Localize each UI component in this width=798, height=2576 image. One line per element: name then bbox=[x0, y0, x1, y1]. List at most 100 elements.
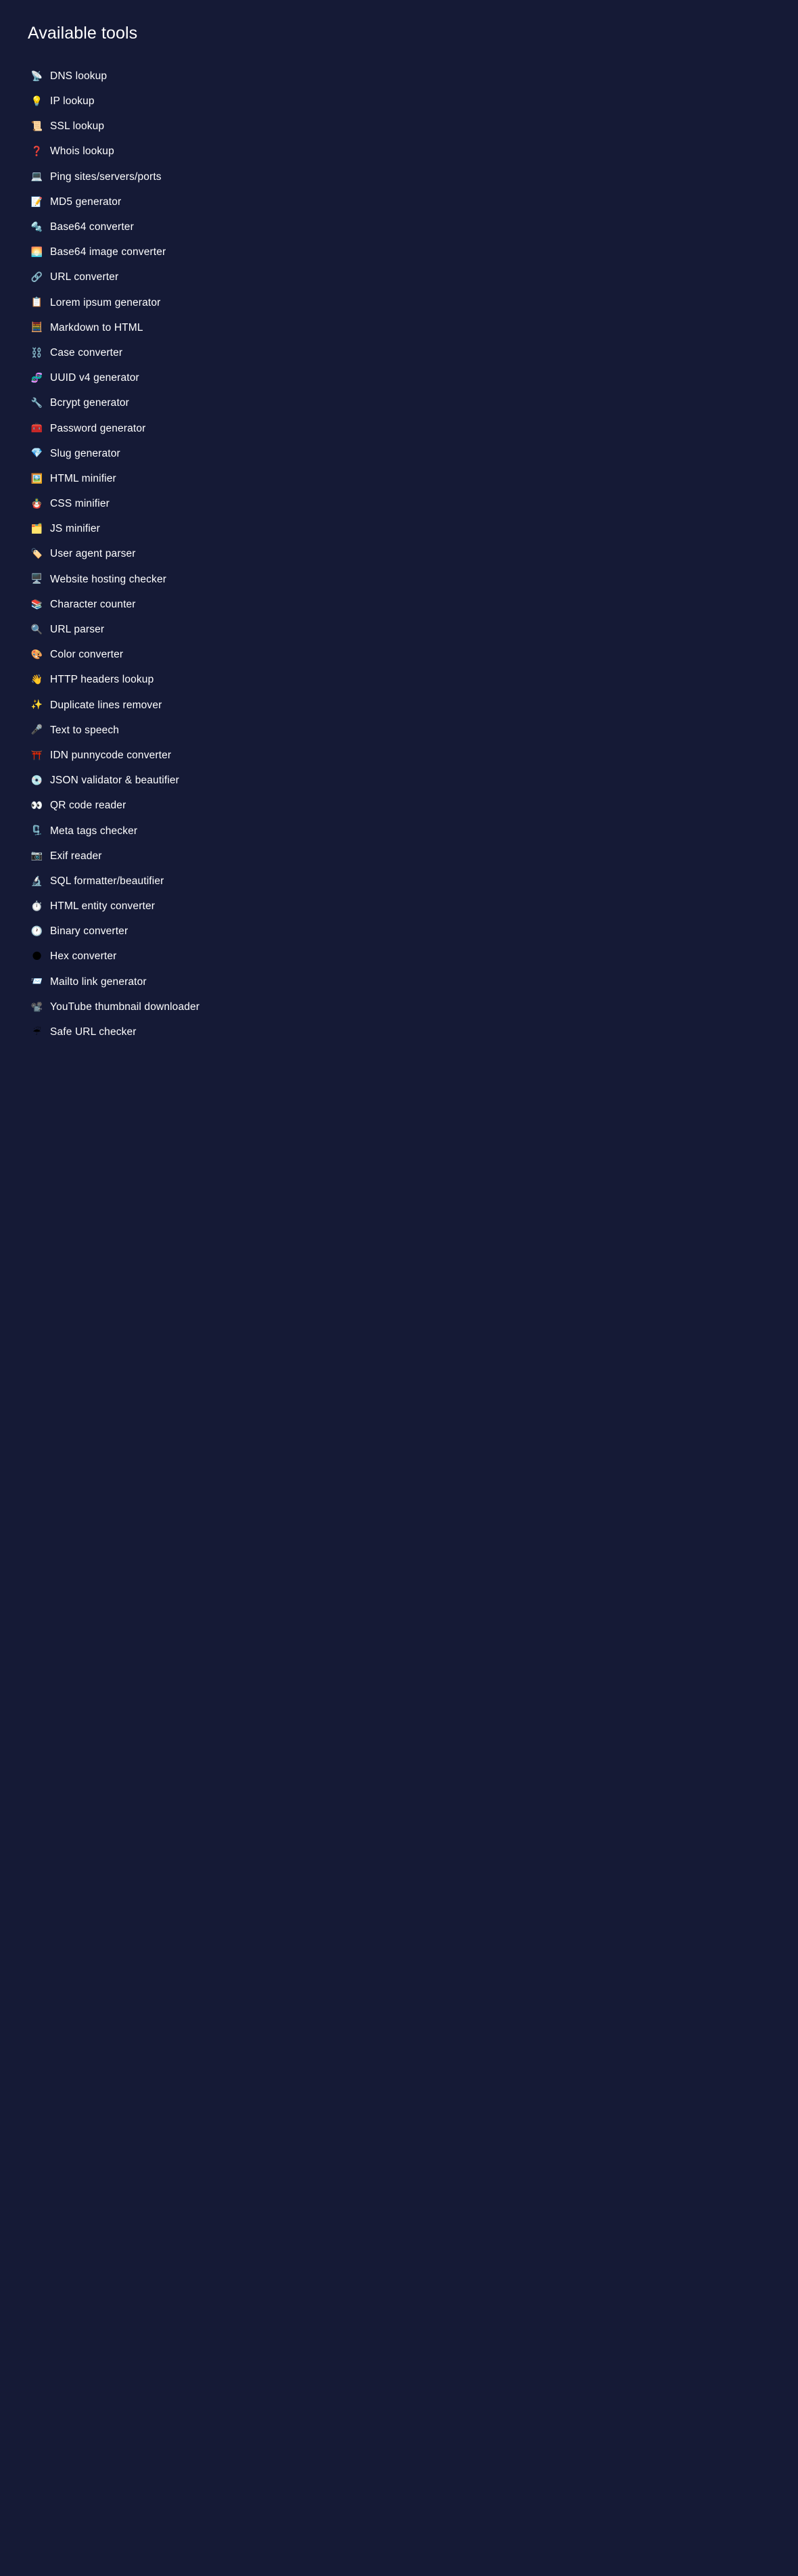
tool-label: Mailto link generator bbox=[50, 975, 147, 988]
tool-label: Character counter bbox=[50, 598, 136, 611]
magnifying-glass-icon: 🔍 bbox=[30, 625, 44, 635]
tool-list-item[interactable]: 🕐Binary converter bbox=[28, 919, 784, 944]
tool-list-item[interactable]: 🌑 Hex converter bbox=[28, 944, 784, 969]
tool-label: Hex converter bbox=[50, 950, 116, 963]
tool-label: Meta tags checker bbox=[50, 825, 137, 837]
nut-and-bolt-icon: 🔩 bbox=[30, 223, 44, 232]
tool-list-item[interactable]: 🖥️ Website hosting checker bbox=[28, 567, 784, 592]
eyes-icon: 👀 bbox=[30, 801, 44, 810]
tool-label: SQL formatter/beautifier bbox=[50, 875, 164, 888]
tool-list-item[interactable]: ⛓️ Case converter bbox=[28, 340, 784, 365]
tool-list-item[interactable]: 👀 QR code reader bbox=[28, 793, 784, 818]
page-title: Available tools bbox=[28, 23, 784, 43]
tool-list-item[interactable]: ⏱️HTML entity converter bbox=[28, 894, 784, 919]
nesting-dolls-icon: 🪆 bbox=[30, 499, 44, 509]
tool-label: CSS minifier bbox=[50, 497, 110, 510]
tool-list-item[interactable]: 📨 Mailto link generator bbox=[28, 969, 784, 994]
tool-list-item[interactable]: 🔍 URL parser bbox=[28, 617, 784, 642]
link-icon: 🔗 bbox=[30, 273, 44, 282]
artist-palette-icon: 🎨 bbox=[30, 650, 44, 660]
tool-list-item[interactable]: 💎Slug generator bbox=[28, 441, 784, 466]
tool-label: Markdown to HTML bbox=[50, 321, 143, 334]
tool-list-item[interactable]: 🔧 Bcrypt generator bbox=[28, 390, 784, 415]
tool-list-item[interactable]: 🎨Color converter bbox=[28, 642, 784, 667]
tool-list-item[interactable]: 🔬 SQL formatter/beautifier bbox=[28, 869, 784, 894]
clamp-icon: 🗜️ bbox=[30, 826, 44, 835]
tool-list-item[interactable]: 📜 SSL lookup bbox=[28, 114, 784, 139]
abacus-icon: 🧮 bbox=[30, 323, 44, 332]
tool-label: Duplicate lines remover bbox=[50, 699, 162, 712]
tool-label: Bcrypt generator bbox=[50, 396, 129, 409]
tool-label: URL converter bbox=[50, 271, 118, 283]
tool-label: Binary converter bbox=[50, 925, 128, 938]
tool-label: Base64 image converter bbox=[50, 246, 166, 258]
tool-list-item[interactable]: 📽️YouTube thumbnail downloader bbox=[28, 994, 784, 1019]
optical-disk-icon: 💿 bbox=[30, 776, 44, 785]
tool-list-item[interactable]: 📋 Lorem ipsum generator bbox=[28, 290, 784, 315]
dna-icon: 🧬 bbox=[30, 373, 44, 383]
incoming-envelope-icon: 📨 bbox=[30, 977, 44, 986]
tool-list-item[interactable]: 📚 Character counter bbox=[28, 592, 784, 617]
tool-list-item[interactable]: 💻Ping sites/servers/ports bbox=[28, 164, 784, 189]
tool-list-item[interactable]: 💿 JSON validator & beautifier bbox=[28, 768, 784, 793]
framed-picture-icon: 🖼️ bbox=[30, 474, 44, 484]
tool-list-item[interactable]: ✨Duplicate lines remover bbox=[28, 693, 784, 718]
tool-label: UUID v4 generator bbox=[50, 371, 139, 384]
waving-hand-icon: 👋 bbox=[30, 675, 44, 685]
tool-label: JSON validator & beautifier bbox=[50, 774, 179, 787]
microscope-icon: 🔬 bbox=[30, 877, 44, 886]
tool-label: Text to speech bbox=[50, 724, 119, 737]
tool-label: Exif reader bbox=[50, 850, 102, 862]
tool-label: Slug generator bbox=[50, 447, 120, 460]
tool-list-item[interactable]: 🗂️JS minifier bbox=[28, 516, 784, 541]
film-projector-icon: 📽️ bbox=[30, 1003, 44, 1012]
tool-list-item[interactable]: 🪆 CSS minifier bbox=[28, 491, 784, 516]
tool-label: QR code reader bbox=[50, 799, 126, 812]
new-moon-icon: 🌑 bbox=[30, 952, 44, 961]
tool-label: User agent parser bbox=[50, 547, 136, 560]
tool-label: URL parser bbox=[50, 623, 104, 636]
tool-label: IDN punnycode converter bbox=[50, 749, 171, 762]
sunrise-icon: 🌅 bbox=[30, 248, 44, 257]
tool-label: Website hosting checker bbox=[50, 573, 166, 586]
tool-list-item[interactable]: 🏷️ User agent parser bbox=[28, 542, 784, 567]
tool-list-item[interactable]: 💡IP lookup bbox=[28, 89, 784, 114]
tool-label: MD5 generator bbox=[50, 196, 121, 208]
tool-label: Base64 converter bbox=[50, 221, 134, 233]
tool-list-item[interactable]: ❓Whois lookup bbox=[28, 139, 784, 164]
tool-label: Lorem ipsum generator bbox=[50, 296, 160, 309]
laptop-icon: 💻 bbox=[30, 172, 44, 181]
clipboard-icon: 📋 bbox=[30, 298, 44, 307]
available-tools-panel: Available tools 📡DNS lookup💡IP lookup 📜 SS… bbox=[0, 0, 798, 1044]
tool-label: Case converter bbox=[50, 346, 122, 359]
tool-list-item[interactable]: 👋HTTP headers lookup bbox=[28, 668, 784, 693]
tool-list-item[interactable]: 📡DNS lookup bbox=[28, 64, 784, 89]
label-tag-icon: 🏷️ bbox=[30, 549, 44, 559]
tool-list-item[interactable]: 🖼️ HTML minifier bbox=[28, 466, 784, 491]
tool-list-item[interactable]: 🧰Password generator bbox=[28, 416, 784, 441]
books-icon: 📚 bbox=[30, 600, 44, 610]
card-index-dividers-icon: 🗂️ bbox=[30, 524, 44, 534]
microphone-icon: 🎤 bbox=[30, 725, 44, 735]
tool-list-item[interactable]: ⛩️IDN punnycode converter bbox=[28, 743, 784, 768]
tool-list-item[interactable]: 🔩 Base64 converter bbox=[28, 214, 784, 239]
chains-icon: ⛓️ bbox=[30, 348, 44, 358]
tools-list: 📡DNS lookup💡IP lookup 📜 SSL lookup ❓Whois l… bbox=[28, 64, 784, 1044]
tool-list-item[interactable]: ☔Safe URL checker bbox=[28, 1019, 784, 1044]
wrench-icon: 🔧 bbox=[30, 398, 44, 408]
desktop-computer-icon: 🖥️ bbox=[30, 574, 44, 584]
tool-label: SSL lookup bbox=[50, 120, 104, 133]
tool-list-item[interactable]: 🧬 UUID v4 generator bbox=[28, 365, 784, 390]
tool-list-item[interactable]: 🔗 URL converter bbox=[28, 265, 784, 290]
tool-list-item[interactable]: 📷 Exif reader bbox=[28, 844, 784, 869]
tool-label: Password generator bbox=[50, 422, 145, 435]
light-bulb-icon: 💡 bbox=[30, 97, 44, 106]
tool-list-item[interactable]: 🌅 Base64 image converter bbox=[28, 239, 784, 264]
tool-list-item[interactable]: 🗜️ Meta tags checker bbox=[28, 819, 784, 844]
camera-icon: 📷 bbox=[30, 851, 44, 860]
scroll-icon: 📜 bbox=[30, 122, 44, 131]
tool-list-item[interactable]: 🎤 Text to speech bbox=[28, 718, 784, 743]
tool-list-item[interactable]: 🧮 Markdown to HTML bbox=[28, 315, 784, 340]
tool-label: HTML minifier bbox=[50, 472, 116, 485]
tool-list-item[interactable]: 📝MD5 generator bbox=[28, 189, 784, 214]
